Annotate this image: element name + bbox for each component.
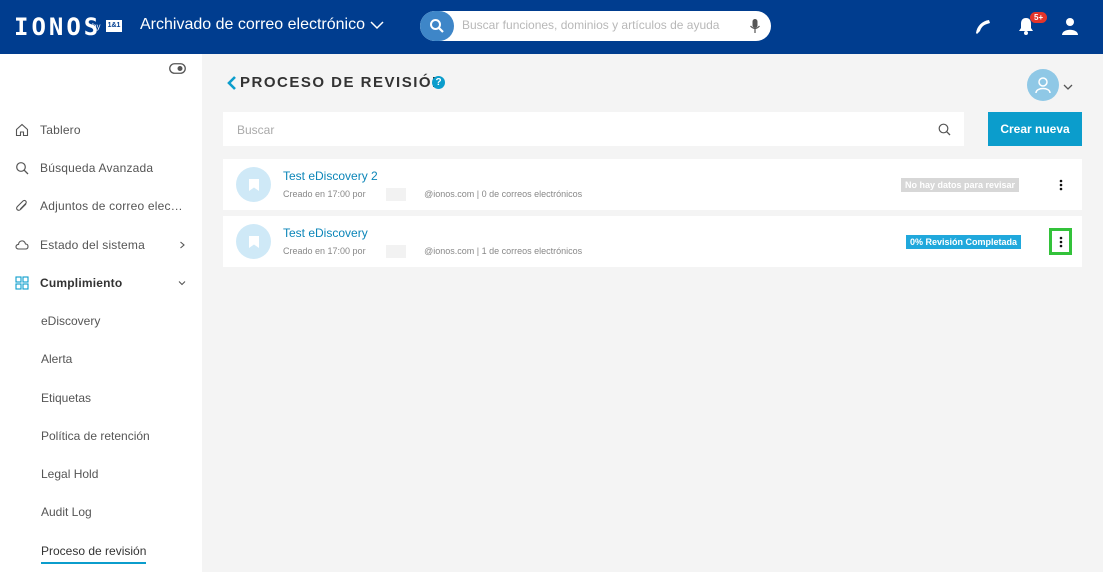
sidebar-item-estado-del-sistema[interactable]: Estado del sistema [0,233,202,257]
sidebar-subitem-ediscovery[interactable]: eDiscovery [41,314,100,328]
toggle-icon[interactable] [169,61,186,79]
redacted-username [368,245,425,258]
chevron-down-icon[interactable] [369,17,387,35]
search-icon [15,161,29,175]
chevron-down-icon [177,277,187,291]
sidebar-item-label: Búsqueda Avanzada [40,161,154,175]
back-chevron-icon[interactable] [226,75,238,96]
phone-icon[interactable] [971,14,995,38]
review-meta: Creado en 17:00 por @ionos.com | 1 de co… [283,245,582,258]
cloud-icon [15,238,29,252]
search-icon[interactable] [938,123,951,141]
sidebar-subitem-proceso-revision[interactable]: Proceso de revisión [41,544,147,564]
review-card[interactable]: Test eDiscovery Creado en 17:00 por @ion… [223,216,1082,267]
chevron-down-icon[interactable] [1062,79,1074,97]
notification-badge: 5+ [1030,12,1048,23]
status-badge: 0% Revisión Completada [906,235,1022,249]
review-search-box[interactable] [223,112,964,146]
status-badge: No hay datos para revisar [901,178,1020,192]
paperclip-icon [15,199,29,213]
sidebar-subitem-politica-retencion[interactable]: Política de retención [41,429,150,443]
sidebar-subitem-alerta[interactable]: Alerta [41,352,72,366]
main-content: PROCESO DE REVISIÓN ? Crear nueva Test e… [202,54,1103,572]
chevron-right-icon [177,239,187,253]
sidebar: Tablero Búsqueda Avanzada Adjuntos de co… [0,54,202,572]
home-icon [15,123,29,137]
page-title: PROCESO DE REVISIÓN [240,74,445,91]
sidebar-subitem-legal-hold[interactable]: Legal Hold [41,467,98,481]
user-icon[interactable] [1058,14,1082,38]
sidebar-item-adjuntos[interactable]: Adjuntos de correo elec… [0,194,202,218]
grid-icon [15,276,29,290]
app-title[interactable]: Archivado de correo electrónico [140,16,365,34]
review-meta: Creado en 17:00 por @ionos.com | 0 de co… [283,188,582,201]
more-options-icon[interactable] [1049,228,1072,255]
create-new-button[interactable]: Crear nueva [988,112,1082,146]
sidebar-subitem-audit-log[interactable]: Audit Log [41,505,92,519]
review-card[interactable]: Test eDiscovery 2 Creado en 17:00 por @i… [223,159,1082,210]
user-avatar[interactable] [1027,69,1059,101]
global-search[interactable] [420,11,771,41]
global-search-input[interactable] [462,18,732,32]
bookmark-icon [236,167,271,202]
sidebar-item-cumplimiento[interactable]: Cumplimiento [0,271,202,295]
review-created: Creado en 17:00 por [283,245,366,256]
search-icon[interactable] [420,11,454,41]
sidebar-subitem-etiquetas[interactable]: Etiquetas [41,391,91,405]
microphone-icon[interactable] [749,18,761,39]
sidebar-item-label: Cumplimiento [40,276,123,290]
sidebar-item-label: Adjuntos de correo elec… [40,199,183,213]
review-search-input[interactable] [237,123,917,137]
review-email-domain: @ionos.com [424,188,475,199]
review-title[interactable]: Test eDiscovery [283,226,368,240]
more-options-icon[interactable] [1049,171,1072,198]
review-title[interactable]: Test eDiscovery 2 [283,169,378,183]
logo-by-text: by [92,22,101,31]
bookmark-icon [236,224,271,259]
top-bar: IONOS by 1&1 Archivado de correo electró… [0,0,1103,54]
review-email-count: | 0 de correos electrónicos [476,188,583,199]
review-email-domain: @ionos.com [424,245,475,256]
sidebar-item-busqueda-avanzada[interactable]: Búsqueda Avanzada [0,156,202,180]
help-icon[interactable]: ? [432,76,445,89]
ionos-logo[interactable]: IONOS [14,13,101,41]
brand-logo-badge: 1&1 [106,20,122,32]
sidebar-item-tablero[interactable]: Tablero [0,118,202,142]
review-created: Creado en 17:00 por [283,188,366,199]
review-email-count: | 1 de correos electrónicos [476,245,583,256]
redacted-username [368,188,425,201]
sidebar-item-label: Estado del sistema [40,238,145,252]
sidebar-item-label: Tablero [40,123,81,137]
